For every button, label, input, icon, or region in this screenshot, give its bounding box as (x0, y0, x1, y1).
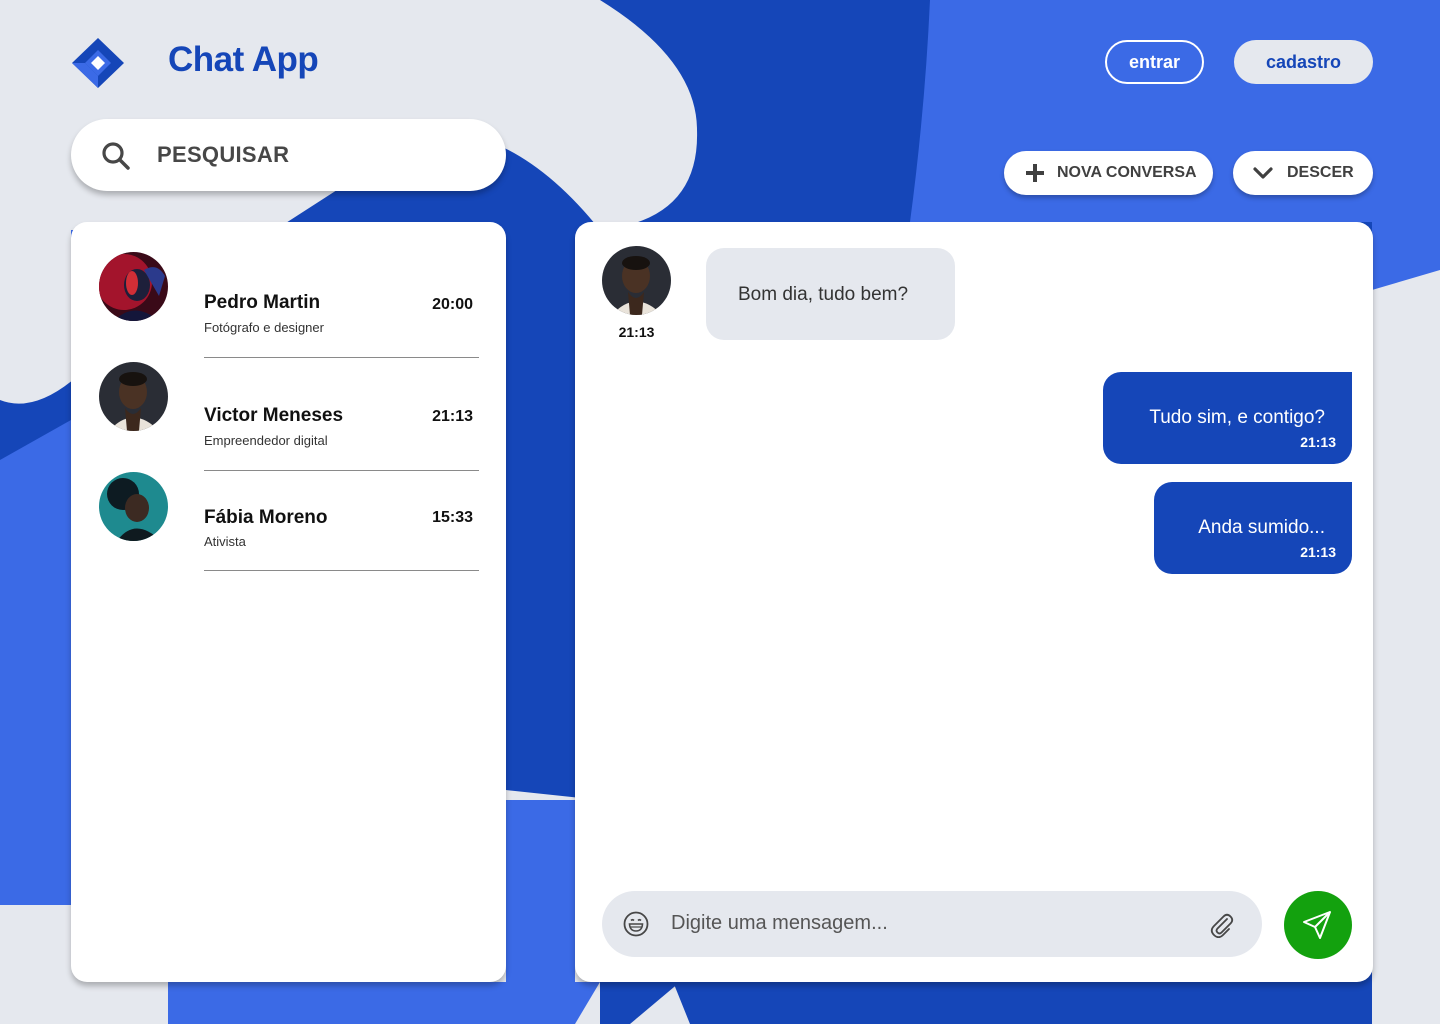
search-bar[interactable]: PESQUISAR (71, 119, 506, 191)
outgoing-message: Anda sumido... 21:13 (1154, 482, 1352, 574)
contact-item[interactable]: Fábia Moreno Ativista 15:33 (71, 472, 506, 572)
message-time: 21:13 (1300, 544, 1336, 560)
contact-role: Fotógrafo e designer (204, 320, 324, 335)
divider (204, 470, 479, 471)
message-time: 21:13 (618, 324, 655, 340)
send-icon (1303, 911, 1331, 939)
message-text: Tudo sim, e contigo? (1149, 407, 1325, 428)
emoji-icon[interactable] (623, 911, 649, 937)
scroll-down-label: DESCER (1287, 164, 1354, 181)
outgoing-message: Tudo sim, e contigo? 21:13 (1103, 372, 1352, 464)
contact-name: Fábia Moreno (204, 507, 328, 528)
logo-icon (72, 38, 124, 88)
contact-time: 15:33 (432, 509, 473, 526)
new-chat-label: NOVA CONVERSA (1057, 164, 1197, 181)
contact-time: 21:13 (432, 408, 473, 425)
new-chat-button[interactable]: NOVA CONVERSA (1004, 151, 1213, 195)
divider (204, 570, 479, 571)
scroll-down-button[interactable]: DESCER (1233, 151, 1373, 195)
login-button[interactable]: entrar (1105, 40, 1204, 84)
contact-item[interactable]: Pedro Martin Fotógrafo e designer 20:00 (71, 252, 506, 358)
avatar (602, 246, 671, 315)
paperclip-icon[interactable] (1207, 910, 1235, 938)
contact-role: Ativista (204, 534, 246, 549)
app-title: Chat App (168, 40, 319, 79)
signup-button[interactable]: cadastro (1234, 40, 1373, 84)
divider (204, 357, 479, 358)
contact-role: Empreendedor digital (204, 433, 328, 448)
incoming-message: Bom dia, tudo bem? (706, 248, 955, 340)
message-input[interactable] (671, 912, 1191, 935)
search-input[interactable]: PESQUISAR (157, 142, 289, 168)
avatar (99, 252, 168, 321)
contact-time: 20:00 (432, 296, 473, 313)
contact-name: Pedro Martin (204, 292, 321, 313)
avatar (99, 472, 168, 541)
message-text: Anda sumido... (1198, 517, 1325, 538)
contact-name: Victor Meneses (204, 405, 344, 426)
contact-item[interactable]: Victor Meneses Empreendedor digital 21:1… (71, 362, 506, 471)
search-icon (102, 142, 130, 170)
chevron-down-icon (1253, 167, 1273, 179)
message-text: Bom dia, tudo bem? (738, 284, 909, 305)
send-button[interactable] (1284, 891, 1352, 959)
avatar (99, 362, 168, 431)
contacts-panel: Pedro Martin Fotógrafo e designer 20:00 … (71, 222, 506, 982)
plus-icon (1026, 164, 1044, 182)
message-time: 21:13 (1300, 434, 1336, 450)
chat-panel: 21:13 Bom dia, tudo bem? Tudo sim, e con… (575, 222, 1373, 982)
message-composer (602, 891, 1262, 957)
